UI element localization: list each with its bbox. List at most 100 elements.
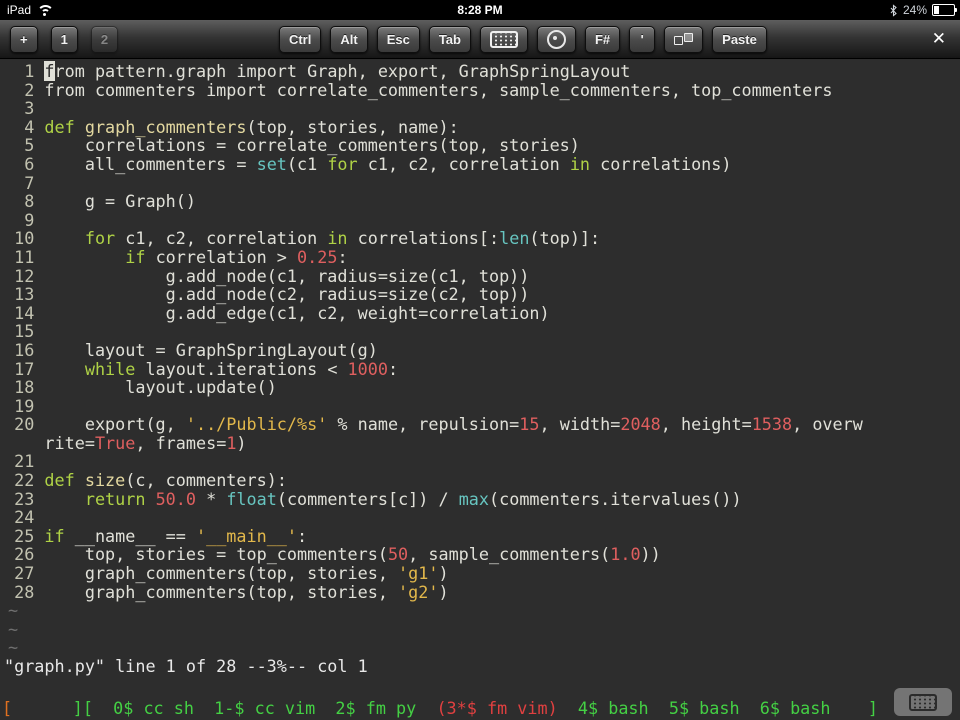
line-number: 8 (4, 191, 44, 211)
code-token: : (388, 359, 398, 379)
code-token (44, 359, 84, 379)
line-number: 21 (4, 451, 44, 471)
empty-line-tilde: ~ (4, 601, 960, 620)
line-number: 22 (4, 470, 44, 490)
empty-line-tilde: ~ (4, 620, 960, 639)
code-token: , sample_commenters( (408, 544, 610, 564)
code-line: 4 def graph_commenters(top, stories, nam… (4, 118, 960, 137)
code-token: in (327, 228, 347, 248)
code-token: len (499, 228, 529, 248)
code-line: 24 (4, 508, 960, 527)
code-line: 18 layout.update() (4, 378, 960, 397)
toolbar-right: ✕ (928, 27, 950, 51)
code-line: 3 (4, 99, 960, 118)
code-token: rite= (44, 433, 95, 453)
code-token: g.add_node(c1, radius=size(c1, top)) (44, 266, 529, 286)
code-line: 6 all_commenters = set(c1 for c1, c2, co… (4, 155, 960, 174)
keyboard-icon (909, 694, 937, 711)
code-token: , height= (661, 414, 752, 434)
terminal-toolbar: + 1 2 Ctrl Alt Esc Tab F# ' Paste ✕ (0, 20, 960, 59)
code-token: (commenters[c]) / (277, 489, 459, 509)
close-button[interactable]: ✕ (928, 27, 950, 51)
code-token: g.add_node(c2, radius=size(c2, top)) (44, 284, 529, 304)
ios-status-bar: iPad 8:28 PM 24% (0, 0, 960, 20)
alt-key-button[interactable]: Alt (330, 26, 367, 53)
code-token: return (85, 489, 146, 509)
line-number: 28 (4, 582, 44, 602)
line-number: 19 (4, 396, 44, 416)
code-token: while (85, 359, 136, 379)
line-number: 18 (4, 377, 44, 397)
line-number: 1 (4, 61, 44, 81)
keyboard-layout-button[interactable] (480, 26, 528, 53)
touch-controls-button[interactable] (664, 26, 703, 53)
tab-key-button[interactable]: Tab (429, 26, 471, 53)
line-number: 4 (4, 117, 44, 137)
code-line: rite=True, frames=1) (4, 434, 960, 453)
screen-status-bar: [ ][ 0$ cc sh 1-$ cc vim 2$ fm py (3*$ f… (0, 699, 960, 718)
code-token: ) (236, 433, 246, 453)
code-token: if (125, 247, 145, 267)
code-token (44, 228, 84, 248)
code-line: 2 from commenters import correlate_comme… (4, 81, 960, 100)
code-token (75, 117, 85, 137)
code-token: g = Graph() (44, 191, 196, 211)
code-token: def (44, 117, 74, 137)
add-session-button[interactable]: + (10, 26, 38, 53)
line-number: 5 (4, 135, 44, 155)
code-token: all_commenters = (44, 154, 256, 174)
line-number: 27 (4, 563, 44, 583)
code-line: 26 top, stories = top_commenters(50, sam… (4, 545, 960, 564)
code-line: 9 (4, 211, 960, 230)
session-1-button[interactable]: 1 (51, 26, 78, 53)
quote-key-button[interactable]: ' (629, 26, 655, 53)
code-token: , overw (792, 414, 863, 434)
vim-status-line: "graph.py" line 1 of 28 --3%-- col 1 (0, 657, 960, 676)
code-token: in (570, 154, 590, 174)
code-token (44, 489, 84, 509)
line-number: 12 (4, 266, 44, 286)
code-token: g.add_edge(c1, c2, weight=correlation) (44, 303, 549, 323)
code-line: 13 g.add_node(c2, radius=size(c2, top)) (4, 285, 960, 304)
code-token: for (85, 228, 115, 248)
code-token: , frames= (135, 433, 226, 453)
code-token: (top)]: (529, 228, 600, 248)
terminal-screen[interactable]: 1 from pattern.graph import Graph, expor… (0, 59, 960, 720)
screen-bar-segment: [ (2, 699, 12, 718)
esc-key-button[interactable]: Esc (377, 26, 420, 53)
line-number: 7 (4, 173, 44, 193)
code-token: : (297, 526, 307, 546)
line-number: 23 (4, 489, 44, 509)
code-token: if (44, 526, 64, 546)
line-number: 16 (4, 340, 44, 360)
code-token: (c1 (287, 154, 327, 174)
show-keyboard-button[interactable] (894, 688, 952, 716)
code-token: top, stories = top_commenters( (44, 544, 388, 564)
ctrl-key-button[interactable]: Ctrl (279, 26, 321, 53)
code-token: 'g1' (398, 563, 438, 583)
paste-button[interactable]: Paste (712, 26, 767, 53)
code-line: 19 (4, 397, 960, 416)
session-2-button[interactable]: 2 (91, 26, 118, 53)
fn-keys-button[interactable]: F# (585, 26, 620, 53)
cursor-block: f (44, 61, 54, 81)
code-token (44, 247, 125, 267)
code-token: % name, repulsion= (327, 414, 519, 434)
screen-bar-right-bracket: ] (868, 699, 878, 718)
code-line: 11 if correlation > 0.25: (4, 248, 960, 267)
code-line: 5 correlations = correlate_commenters(to… (4, 136, 960, 155)
battery-fill (934, 6, 939, 14)
screen-bar-segment: ][ (12, 699, 93, 718)
code-line: 17 while layout.iterations < 1000: (4, 360, 960, 379)
code-token: : (337, 247, 347, 267)
code-line: 1 from pattern.graph import Graph, expor… (4, 62, 960, 81)
line-number: 3 (4, 98, 44, 118)
line-number: 11 (4, 247, 44, 267)
line-number (4, 433, 44, 453)
screen-bar-windows: [ ][ 0$ cc sh 1-$ cc vim 2$ fm py (3*$ f… (0, 699, 831, 718)
code-line: 23 return 50.0 * float(commenters[c]) / … (4, 490, 960, 509)
line-number: 25 (4, 526, 44, 546)
wheel-button[interactable] (537, 26, 576, 53)
code-token: 'g2' (398, 582, 438, 602)
code-token: )) (641, 544, 661, 564)
